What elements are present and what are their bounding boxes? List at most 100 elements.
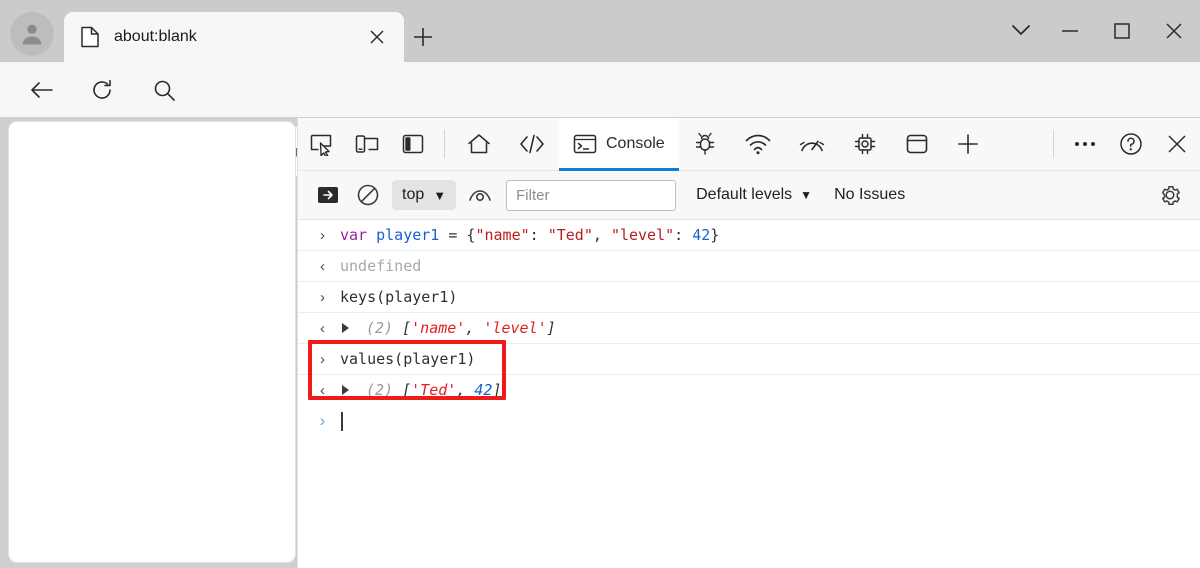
reload-button[interactable]	[84, 72, 120, 108]
console-input-code: var player1 = {"name": "Ted", "level": 4…	[340, 226, 720, 244]
input-chevron-icon: ›	[320, 350, 325, 368]
navigation-bar: about:blank	[0, 62, 1200, 176]
tab-performance[interactable]	[785, 118, 839, 171]
console-input-code: keys(player1)	[340, 288, 458, 306]
tab-elements[interactable]	[505, 118, 559, 171]
input-chevron-icon: ›	[320, 288, 325, 306]
browser-window: about:blank Console top ▼ Filter Default…	[0, 0, 1200, 568]
console-sidebar-toggle[interactable]	[308, 175, 348, 215]
tabbar-right-divider	[1053, 130, 1054, 158]
tab-memory[interactable]	[839, 118, 891, 171]
device-emulation-button[interactable]	[344, 121, 390, 167]
profile-avatar-button[interactable]	[10, 12, 54, 56]
tab-debugger[interactable]	[679, 118, 731, 171]
devtools-tab-bar: Console	[298, 117, 1200, 171]
output-chevron-icon: ‹	[320, 319, 325, 337]
tab-title: about:blank	[114, 28, 197, 45]
console-filter-bar: top ▼ Filter Default levels ▼ No Issues	[298, 171, 1200, 220]
tab-console[interactable]: Console	[559, 117, 679, 171]
console-input-code: values(player1)	[340, 350, 476, 368]
dock-side-icon	[402, 134, 424, 154]
live-expression-eye-icon	[469, 190, 491, 202]
console-input-row[interactable]: › var player1 = {"name": "Ted", "level":…	[298, 220, 1200, 251]
devtools-help-button[interactable]	[1108, 121, 1154, 167]
chevron-down-icon: ▼	[800, 188, 813, 202]
console-output-row: ‹ (2) ['name', 'level']	[298, 313, 1200, 344]
console-sidebar-icon	[318, 187, 338, 203]
console-input-row[interactable]: › values(player1)	[298, 344, 1200, 375]
help-question-icon	[1120, 133, 1142, 155]
log-levels-dropdown[interactable]: Default levels ▼	[696, 186, 812, 204]
toolbar-divider	[444, 130, 445, 158]
expand-triangle-icon[interactable]	[342, 323, 349, 333]
console-output-row: ‹ (2) ['Ted', 42]	[298, 375, 1200, 406]
add-tab-plus-icon	[957, 134, 978, 154]
chevron-down-icon	[1012, 25, 1030, 35]
console-input-row[interactable]: › keys(player1)	[298, 282, 1200, 313]
console-settings-button[interactable]	[1150, 175, 1190, 215]
issues-status[interactable]: No Issues	[834, 186, 905, 204]
minimize-button[interactable]	[1044, 7, 1096, 55]
input-chevron-icon: ›	[320, 226, 325, 244]
minimize-icon	[1062, 30, 1078, 32]
inspect-element-button[interactable]	[298, 121, 344, 167]
tab-search-button[interactable]	[998, 7, 1044, 55]
debugger-bug-icon	[695, 132, 714, 155]
application-storage-icon	[906, 134, 928, 154]
clear-console-icon	[357, 184, 379, 206]
search-button[interactable]	[146, 72, 182, 108]
console-prompt-row[interactable]: ›	[298, 406, 1200, 437]
back-arrow-icon	[31, 82, 53, 98]
chevron-down-icon: ▼	[433, 187, 447, 203]
dock-side-button[interactable]	[390, 121, 436, 167]
tab-application[interactable]	[891, 118, 943, 171]
plus-icon	[414, 28, 432, 46]
javascript-context-selector[interactable]: top ▼	[392, 180, 457, 210]
page-viewport-blank[interactable]	[8, 121, 296, 563]
log-levels-label: Default levels	[696, 186, 793, 203]
back-button[interactable]	[24, 72, 60, 108]
expand-triangle-icon[interactable]	[342, 385, 349, 395]
console-log-area[interactable]: › var player1 = {"name": "Ted", "level":…	[298, 220, 1200, 568]
console-output-array: (2) ['Ted', 42]	[366, 381, 502, 399]
add-devtools-tab-button[interactable]	[943, 118, 993, 171]
prompt-chevron-icon: ›	[319, 411, 326, 430]
console-output-value: undefined	[340, 257, 422, 275]
elements-code-icon	[520, 134, 544, 154]
more-tools-ellipsis-icon	[1075, 142, 1095, 146]
devtools-close-button[interactable]	[1154, 121, 1200, 167]
tab-welcome-home[interactable]	[453, 118, 505, 171]
tab-close-icon[interactable]	[362, 22, 392, 52]
maximize-icon	[1114, 23, 1130, 39]
output-chevron-icon: ‹	[320, 381, 325, 399]
clear-console-button[interactable]	[348, 175, 388, 215]
person-avatar-icon	[22, 24, 42, 45]
device-emulation-icon	[355, 135, 379, 153]
window-controls	[998, 0, 1200, 62]
tab-console-label: Console	[606, 135, 665, 152]
console-terminal-icon	[573, 134, 597, 154]
close-devtools-icon	[1168, 135, 1186, 153]
window-close-button[interactable]	[1148, 7, 1200, 55]
filter-placeholder: Filter	[516, 186, 550, 204]
devtools-more-tools-button[interactable]	[1062, 121, 1108, 167]
settings-gear-icon	[1161, 186, 1180, 206]
home-icon	[468, 134, 490, 154]
maximize-button[interactable]	[1096, 7, 1148, 55]
inspect-element-icon	[310, 134, 332, 156]
tab-network[interactable]	[731, 118, 785, 171]
page-document-icon	[80, 26, 100, 48]
performance-gauge-icon	[799, 140, 824, 152]
title-bar: about:blank	[0, 0, 1200, 62]
console-filter-input[interactable]: Filter	[506, 179, 677, 211]
close-icon	[1166, 23, 1182, 39]
console-output-array: (2) ['name', 'level']	[366, 319, 556, 337]
browser-tab[interactable]: about:blank	[64, 12, 404, 62]
search-icon	[154, 80, 175, 101]
live-expression-button[interactable]	[460, 175, 500, 215]
console-output-row: ‹ undefined	[298, 251, 1200, 282]
text-cursor	[341, 411, 343, 431]
memory-chip-icon	[854, 133, 875, 155]
new-tab-button[interactable]	[406, 20, 440, 54]
devtools-panel: Console top ▼ Filter Default levels ▼ No…	[297, 117, 1200, 568]
